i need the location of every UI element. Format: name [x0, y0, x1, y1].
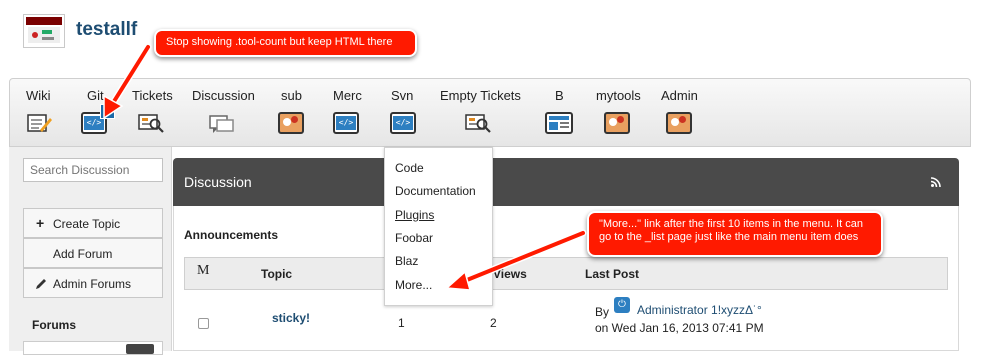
dropdown-item-foobar[interactable]: Foobar — [395, 231, 433, 245]
nav-label: Admin — [661, 88, 698, 103]
nav-label: Tickets — [132, 88, 173, 103]
tickets-icon — [465, 114, 491, 133]
admin-forums-button[interactable]: Admin Forums — [23, 268, 163, 298]
rss-icon[interactable] — [931, 177, 941, 187]
discussion-header — [173, 158, 959, 206]
create-topic-button[interactable]: + Create Topic — [23, 208, 163, 238]
avatar[interactable]: ⏻ — [614, 297, 630, 313]
add-forum-label: Add Forum — [53, 247, 113, 261]
forums-heading: Forums — [32, 318, 77, 332]
nav-label: Git — [87, 88, 104, 103]
nav-label: mytools — [596, 88, 641, 103]
topic-link[interactable]: sticky! — [272, 311, 310, 325]
plus-icon: + — [36, 215, 45, 231]
annotation-callout: Stop showing .tool-count but keep HTML t… — [154, 29, 417, 57]
project-title[interactable]: testallf — [76, 19, 137, 41]
nav-label: Discussion — [192, 88, 255, 103]
project-logo-icon[interactable] — [23, 14, 65, 48]
tickets-icon — [138, 114, 164, 133]
subproject-icon — [278, 112, 304, 134]
page-title: Discussion — [184, 174, 252, 190]
col-header-last-post[interactable]: Last Post — [585, 267, 639, 281]
table-header — [184, 257, 948, 290]
create-topic-label: Create Topic — [53, 217, 121, 231]
forum-list-item[interactable] — [23, 341, 163, 355]
tool-count-badge: 5 — [100, 104, 115, 119]
annotation-callout: "More..." link after the first 10 items … — [587, 211, 883, 257]
section-title: Announcements — [184, 228, 279, 242]
col-header-m[interactable]: M — [197, 263, 209, 279]
nav-label: B — [555, 88, 564, 103]
admin-icon — [666, 112, 692, 134]
search-discussion-input[interactable] — [23, 158, 163, 182]
dropdown-item-more[interactable]: More... — [395, 278, 432, 292]
discussion-icon — [209, 115, 234, 133]
wiki-icon — [27, 114, 52, 132]
nav-label: Wiki — [26, 88, 51, 103]
views-count: 2 — [490, 316, 497, 330]
col-header-views[interactable]: Views — [493, 267, 527, 281]
add-forum-button[interactable]: Add Forum — [23, 238, 163, 268]
dropdown-item-code[interactable]: Code — [395, 161, 424, 175]
row-checkbox[interactable] — [198, 318, 209, 329]
dropdown-item-plugins[interactable]: Plugins — [395, 208, 434, 222]
subproject-icon — [604, 112, 630, 134]
blog-icon — [545, 112, 573, 134]
dropdown-item-documentation[interactable]: Documentation — [395, 184, 476, 198]
dropdown-item-blaz[interactable]: Blaz — [395, 254, 418, 268]
pencil-icon — [36, 279, 46, 289]
nav-label: Empty Tickets — [440, 88, 521, 103]
posts-count: 1 — [398, 316, 405, 330]
col-header-topic[interactable]: Topic — [261, 267, 292, 281]
last-post-prefix: By — [595, 305, 610, 319]
last-post-user-link[interactable]: Administrator 1!xyzzΔ˙° — [637, 303, 762, 317]
code-icon: </> — [390, 112, 416, 134]
nav-label: Merc — [333, 88, 362, 103]
code-icon: </> — [333, 112, 359, 134]
last-post-date: on Wed Jan 16, 2013 07:41 PM — [595, 321, 764, 335]
admin-forums-label: Admin Forums — [53, 277, 132, 291]
nav-label: sub — [281, 88, 302, 103]
nav-label: Svn — [391, 88, 414, 103]
